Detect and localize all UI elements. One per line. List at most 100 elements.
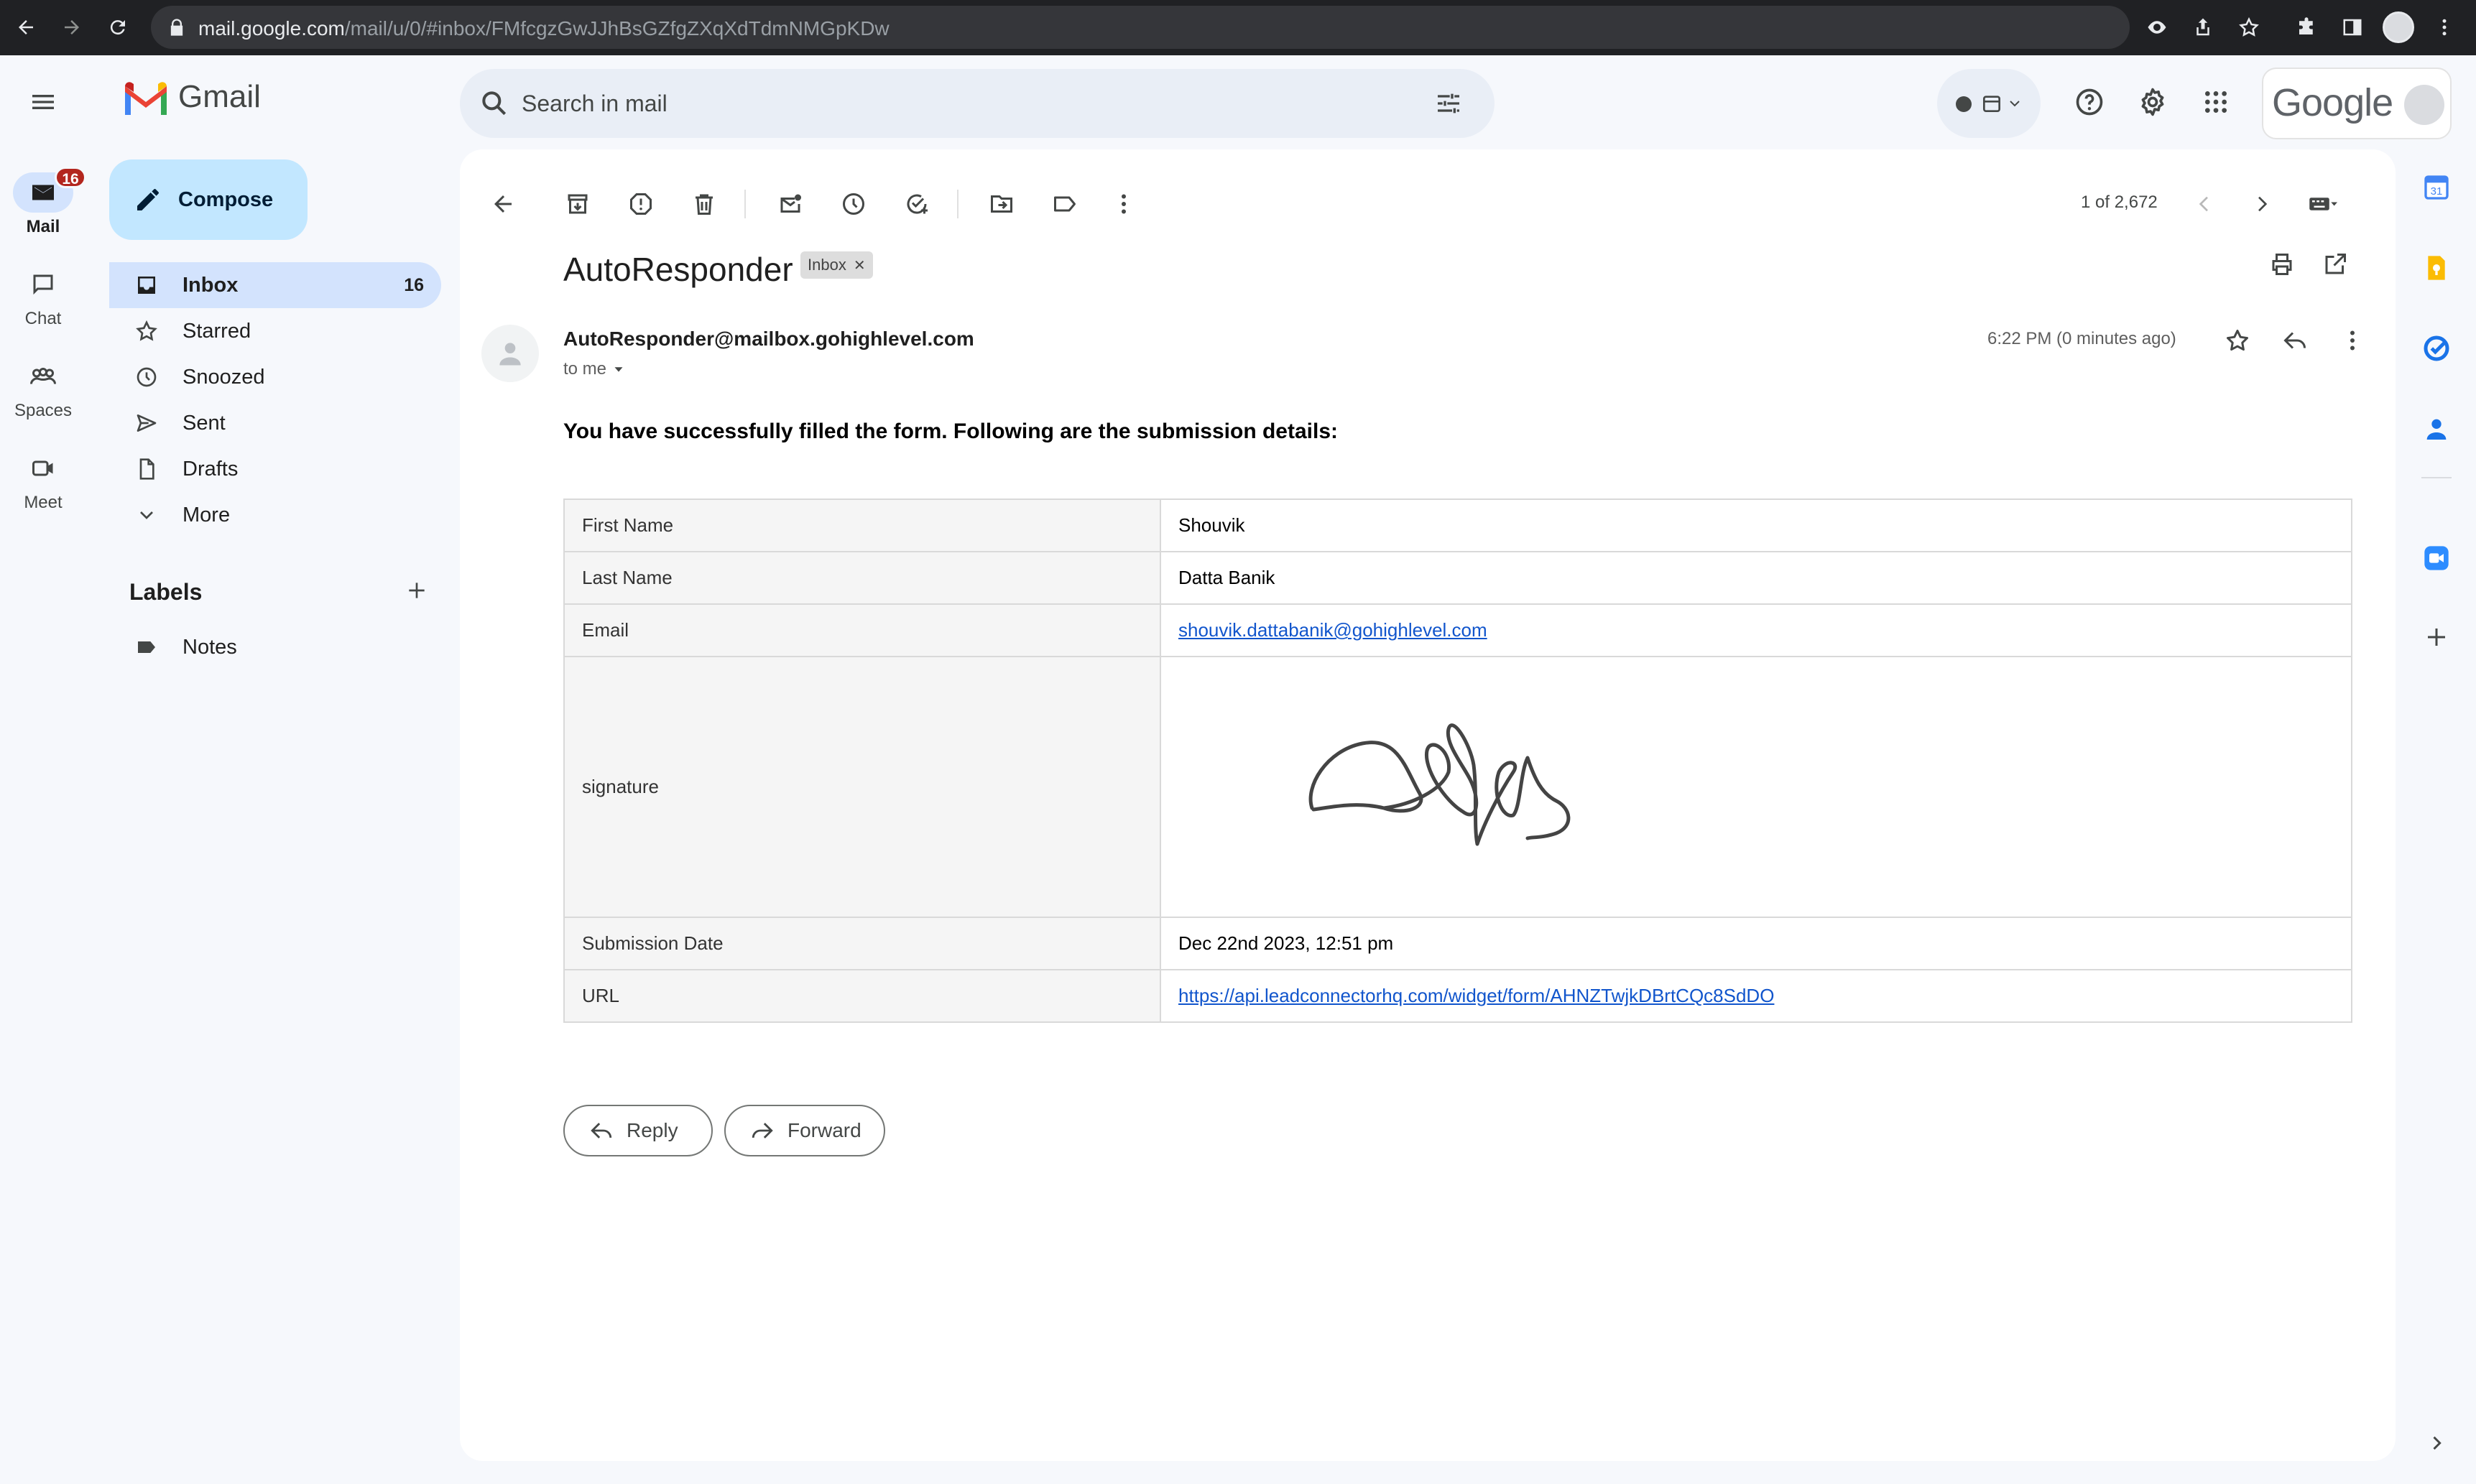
status-selector[interactable] (1937, 69, 2041, 138)
remove-label-icon[interactable]: ✕ (854, 256, 866, 274)
form-url-link[interactable]: https://api.leadconnectorhq.com/widget/f… (1178, 985, 1774, 1006)
forward-button[interactable]: Forward (724, 1105, 885, 1156)
move-to-button[interactable] (980, 182, 1023, 226)
bookmark-button[interactable] (2232, 10, 2266, 45)
eye-icon (2148, 21, 2166, 34)
sender-avatar[interactable] (481, 325, 539, 382)
search-input[interactable] (522, 83, 1384, 124)
open-new-window-button[interactable] (2314, 243, 2357, 286)
rail-item-mail[interactable]: 16 Mail (0, 167, 86, 237)
rail-item-meet[interactable]: Meet (0, 448, 86, 513)
share-button[interactable] (2186, 10, 2220, 45)
reply-button[interactable]: Reply (563, 1105, 713, 1156)
browser-back-button[interactable] (9, 10, 43, 45)
table-row: Email shouvik.dattabanik@gohighlevel.com (563, 603, 2352, 657)
arrow-right-icon (65, 20, 79, 34)
clock-icon (843, 193, 864, 215)
sidebar-item-label: Snoozed (183, 365, 265, 389)
table-row: URL https://api.leadconnectorhq.com/widg… (563, 969, 2352, 1023)
draft-file-icon (139, 458, 154, 480)
star-outline-icon (2239, 17, 2259, 37)
newer-button[interactable] (2183, 182, 2226, 226)
extensions-button[interactable] (2289, 10, 2324, 45)
reply-icon (2283, 332, 2306, 349)
tasks-app-button[interactable] (2413, 325, 2460, 372)
extension-eye-button[interactable] (2140, 10, 2174, 45)
get-addons-button[interactable] (2413, 613, 2460, 661)
browser-forward-button[interactable] (55, 10, 89, 45)
keep-app-button[interactable] (2413, 244, 2460, 292)
search-options-icon[interactable] (1434, 89, 1463, 118)
gear-icon (2141, 88, 2164, 116)
input-tools-button[interactable] (2291, 182, 2355, 226)
plus-icon (2428, 629, 2445, 646)
message-view: 1 of 2,672 AutoResponder Inbox ✕ AutoRes… (460, 149, 2396, 1461)
support-button[interactable] (2064, 76, 2115, 128)
search-icon[interactable] (479, 88, 510, 119)
delete-button[interactable] (683, 182, 726, 226)
rail-item-label: Chat (24, 309, 62, 328)
email-link[interactable]: shouvik.dattabanik@gohighlevel.com (1178, 619, 1487, 641)
recipient-text: to me (563, 359, 607, 379)
google-account-button[interactable]: Google (2262, 68, 2452, 139)
snooze-button[interactable] (832, 182, 875, 226)
puzzle-icon (2299, 17, 2313, 34)
pagination-text: 1 of 2,672 (2081, 193, 2158, 212)
create-label-button[interactable] (401, 575, 433, 606)
star-message-button[interactable] (2216, 319, 2259, 362)
rail-item-chat[interactable]: Chat (0, 264, 86, 329)
google-apps-button[interactable] (2190, 76, 2242, 128)
more-actions-button[interactable] (1102, 182, 1145, 226)
sidebar-item-drafts[interactable]: Drafts (109, 446, 441, 492)
report-spam-button[interactable] (619, 182, 662, 226)
zoom-app-button[interactable] (2413, 534, 2460, 582)
rail-item-label: Mail (26, 217, 60, 236)
contacts-app-button[interactable] (2413, 405, 2460, 453)
browser-reload-button[interactable] (101, 10, 135, 45)
print-button[interactable] (2260, 243, 2304, 286)
hide-side-panel-button[interactable] (2413, 1419, 2460, 1467)
settings-button[interactable] (2127, 76, 2179, 128)
browser-menu-button[interactable] (2427, 10, 2462, 45)
archive-button[interactable] (556, 182, 599, 226)
table-row: signature (563, 656, 2352, 918)
search-bar[interactable] (460, 69, 1495, 138)
more-vert-icon (2442, 19, 2447, 36)
sidebar-item-more[interactable]: More (109, 492, 441, 538)
sidebar-item-snoozed[interactable]: Snoozed (109, 354, 441, 400)
gmail-logo[interactable]: Gmail (122, 79, 261, 115)
inbox-label-chip[interactable]: Inbox ✕ (800, 251, 873, 279)
sidebar-item-inbox[interactable]: Inbox 16 (109, 262, 441, 308)
sidebar-item-sent[interactable]: Sent (109, 400, 441, 446)
calendar-app-button[interactable]: 31 (2413, 164, 2460, 211)
unread-count: 16 (404, 274, 424, 295)
label-item-notes[interactable]: Notes (109, 624, 441, 670)
keyboard-icon (2309, 198, 2337, 210)
recipient-details[interactable]: to me (563, 359, 627, 379)
sidebar-item-starred[interactable]: Starred (109, 308, 441, 354)
reply-icon-button[interactable] (2273, 319, 2316, 362)
back-to-inbox-button[interactable] (481, 182, 525, 226)
google-contacts-icon (2426, 419, 2447, 440)
profile-avatar-button[interactable] (2381, 10, 2416, 45)
plus-icon (409, 583, 425, 598)
arrow-left-icon (494, 195, 512, 213)
field-value: Shouvik (1160, 498, 2352, 552)
main-menu-button[interactable] (20, 79, 66, 125)
label-tag-icon (138, 641, 155, 653)
mark-unread-button[interactable] (769, 182, 812, 226)
side-panel-button[interactable] (2335, 10, 2370, 45)
field-value: Datta Banik (1160, 551, 2352, 605)
sender-email[interactable]: AutoResponder@mailbox.gohighlevel.com (563, 328, 974, 351)
message-more-button[interactable] (2331, 319, 2374, 362)
add-to-tasks-button[interactable] (895, 182, 938, 226)
address-bar[interactable]: mail.google.com/mail/u/0/#inbox/FMfcgzGw… (151, 6, 2130, 49)
rail-item-label: Spaces (14, 401, 73, 420)
star-outline-icon (2227, 330, 2248, 351)
labels-button[interactable] (1043, 182, 1086, 226)
compose-button[interactable]: Compose (109, 159, 308, 240)
chevron-left-icon (2199, 196, 2208, 212)
older-button[interactable] (2240, 182, 2283, 226)
rail-item-spaces[interactable]: Spaces (0, 356, 86, 421)
signature-image (1308, 723, 1571, 846)
